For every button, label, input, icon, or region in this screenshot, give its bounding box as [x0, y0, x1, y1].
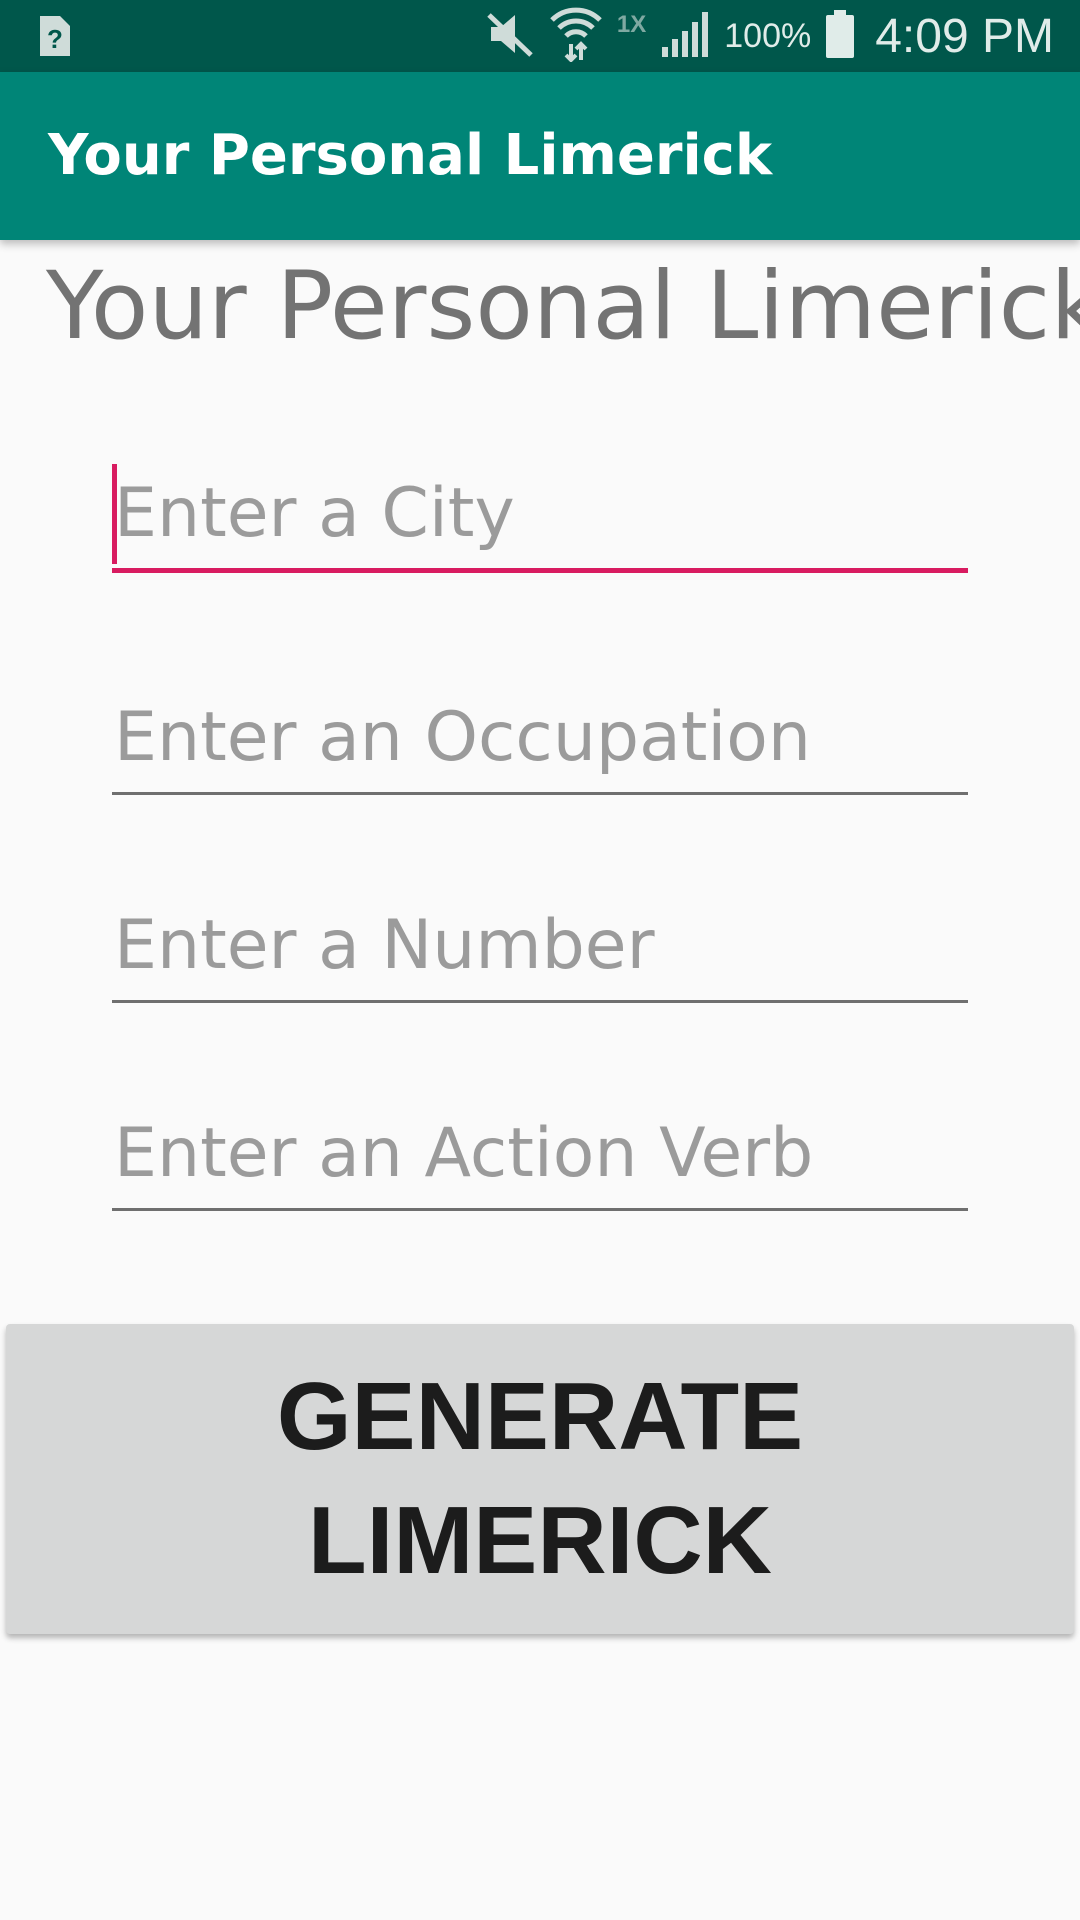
mute-icon [485, 11, 535, 61]
page-heading: Your Personal Limerick [46, 252, 1080, 361]
number-input-underline [112, 1000, 968, 1003]
text-cursor [112, 464, 117, 564]
action-verb-input-underline [112, 1208, 968, 1211]
action-verb-input[interactable] [112, 1098, 968, 1208]
action-verb-field[interactable] [112, 1098, 968, 1211]
occupation-field[interactable] [112, 682, 968, 795]
occupation-input[interactable] [112, 682, 968, 792]
svg-text:?: ? [47, 24, 63, 54]
number-field[interactable] [112, 890, 968, 1003]
app-screen: ? 1X 100% 4:09 PM Your Personal Limerick… [0, 0, 1080, 1920]
city-field[interactable] [112, 458, 968, 573]
status-time: 4:09 PM [875, 9, 1054, 63]
generate-limerick-button[interactable]: GENERATE LIMERICK [6, 1324, 1074, 1634]
unknown-sim-icon: ? [36, 14, 72, 58]
battery-icon [825, 9, 855, 63]
app-bar-title: Your Personal Limerick [48, 123, 773, 188]
number-input[interactable] [112, 890, 968, 1000]
app-bar: Your Personal Limerick [0, 72, 1080, 240]
wifi-icon [549, 6, 603, 66]
city-input-underline [112, 568, 968, 573]
city-input[interactable] [112, 458, 968, 568]
status-icons: 1X 100% 4:09 PM [485, 0, 1054, 72]
battery-percent: 100% [724, 16, 812, 55]
signal-icon [660, 9, 710, 63]
occupation-input-underline [112, 792, 968, 795]
network-mode-label: 1X [616, 11, 647, 38]
status-bar: ? 1X 100% 4:09 PM [0, 0, 1080, 72]
